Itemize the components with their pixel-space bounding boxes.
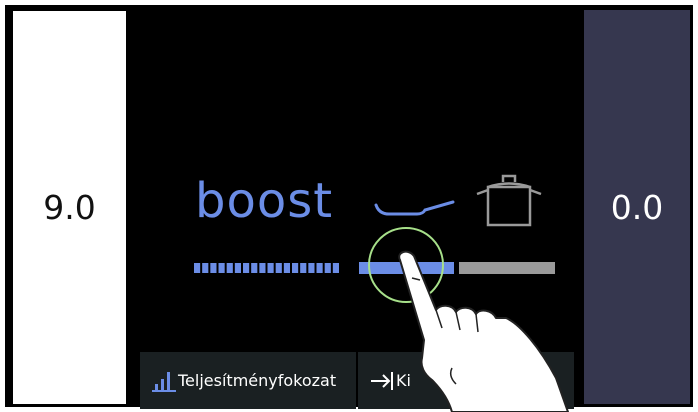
left-zone-level-value: 9.0: [43, 188, 96, 227]
power-level-segment: [251, 263, 258, 273]
power-level-segment: [300, 263, 307, 273]
power-level-segment: [226, 263, 233, 273]
power-level-segment: [283, 263, 290, 273]
boost-mode-label: boost: [195, 173, 334, 229]
power-level-segment: [194, 263, 201, 273]
cooking-pot-icon[interactable]: [475, 172, 543, 228]
power-level-button[interactable]: Teljesítményfokozat: [140, 352, 356, 409]
power-level-segment: [210, 263, 217, 273]
left-zone-level-panel[interactable]: 9.0: [13, 11, 126, 404]
power-level-segment: [324, 263, 331, 273]
power-level-segment: [308, 263, 315, 273]
right-zone-level-value: 0.0: [610, 187, 664, 227]
power-level-segment: [275, 263, 282, 273]
power-level-segment: [243, 263, 250, 273]
frying-pan-icon[interactable]: [373, 197, 455, 223]
power-level-segment: [259, 263, 266, 273]
power-level-label: Teljesítményfokozat: [178, 371, 337, 390]
bar-chart-icon: [152, 371, 176, 392]
cooktop-display: 9.0 0.0 boost Teljesítményfokozat Ki: [5, 5, 693, 409]
power-level-segment: [292, 263, 299, 273]
power-level-segment: [316, 263, 323, 273]
power-level-indicator: [194, 263, 339, 273]
pointing-hand-icon: [398, 250, 569, 412]
power-level-segment: [234, 263, 241, 273]
power-level-segment: [332, 263, 339, 273]
power-level-segment: [267, 263, 274, 273]
right-zone-level-panel[interactable]: 0.0: [584, 10, 690, 404]
power-level-segment: [202, 263, 209, 273]
power-level-segment: [218, 263, 225, 273]
